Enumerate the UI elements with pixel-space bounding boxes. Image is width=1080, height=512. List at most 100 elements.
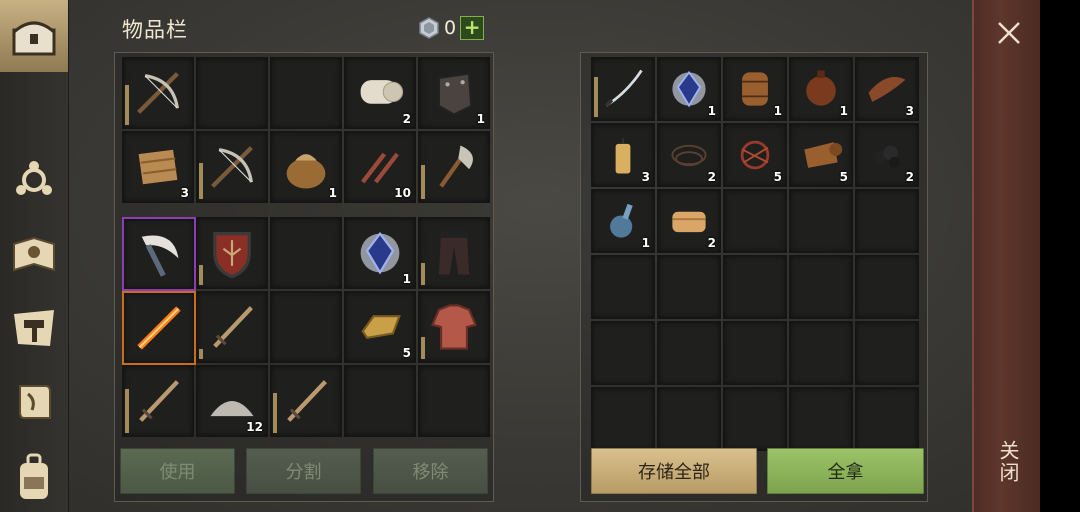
inventory-slot[interactable]: 1	[344, 217, 416, 289]
storage-slot[interactable]	[723, 255, 787, 319]
item-quantity: 1	[641, 236, 650, 250]
storage-slot[interactable]	[591, 255, 655, 319]
chest-icon	[12, 21, 56, 56]
inventory-slot[interactable]	[122, 291, 196, 365]
store-all-button[interactable]: 存储全部	[591, 448, 757, 494]
inventory-slot[interactable]	[270, 291, 342, 363]
storage-slot[interactable]	[855, 387, 919, 451]
inventory-slot[interactable]: 2	[344, 57, 416, 129]
storage-slot[interactable]: 3	[855, 57, 919, 121]
durability-bar	[594, 77, 598, 117]
inventory-slot[interactable]	[270, 365, 342, 437]
item-quantity: 2	[402, 112, 411, 126]
storage-slot[interactable]	[591, 387, 655, 451]
inventory-slot[interactable]	[196, 131, 268, 203]
storage-slot[interactable]: 1	[657, 57, 721, 121]
storage-slot[interactable]	[855, 189, 919, 253]
inventory-slot[interactable]	[344, 365, 416, 437]
inventory-slot[interactable]	[196, 57, 268, 129]
storage-slot[interactable]: 1	[789, 57, 853, 121]
item-quantity: 2	[707, 170, 716, 184]
inventory-slot[interactable]: 5	[344, 291, 416, 363]
remove-button[interactable]: 移除	[373, 448, 488, 494]
storage-slot[interactable]: 2	[657, 123, 721, 187]
inventory-slot[interactable]: 1	[270, 131, 342, 203]
inventory-slot[interactable]: 3	[122, 131, 194, 203]
storage-slot[interactable]	[591, 321, 655, 385]
sack-icon	[286, 154, 326, 189]
inventory-slot[interactable]	[418, 131, 490, 203]
sidebar-active-tab[interactable]	[0, 0, 68, 72]
sword-icon	[139, 380, 179, 422]
storage-slot[interactable]	[723, 387, 787, 451]
sidebar-radiation[interactable]	[8, 154, 60, 206]
storage-slot[interactable]: 1	[591, 189, 655, 253]
inventory-slot[interactable]: 12	[196, 365, 268, 437]
sword-icon	[213, 306, 253, 348]
screen-edge	[1040, 0, 1080, 512]
close-icon[interactable]	[996, 20, 1022, 46]
item-quantity: 5	[773, 170, 782, 184]
inventory-grid-main: 1 5 12	[122, 217, 490, 437]
storage-slot[interactable]: 5	[789, 123, 853, 187]
item-quantity: 1	[402, 272, 411, 286]
close-bar[interactable]: 关闭	[972, 0, 1044, 512]
inventory-grid-hotbar: 2 1 3 1 10	[122, 57, 490, 203]
storage-slot[interactable]: 2	[657, 189, 721, 253]
storage-slot[interactable]	[657, 255, 721, 319]
item-quantity: 1	[328, 186, 337, 200]
storage-slot[interactable]	[855, 321, 919, 385]
storage-slot[interactable]: 2	[855, 123, 919, 187]
storage-slot[interactable]	[789, 189, 853, 253]
storage-grid: 1 1 1 3 3 2 5 5 2 1 2	[591, 57, 919, 451]
inventory-slot[interactable]	[196, 217, 268, 289]
storage-slot[interactable]	[789, 321, 853, 385]
take-all-button[interactable]: 全拿	[767, 448, 924, 494]
storage-slot[interactable]	[591, 57, 655, 121]
inventory-slot[interactable]	[270, 217, 342, 289]
sidebar-crafting[interactable]	[8, 302, 60, 354]
inventory-slot[interactable]	[418, 365, 490, 437]
storage-slot[interactable]	[657, 321, 721, 385]
item-quantity: 1	[707, 104, 716, 118]
inventory-slot[interactable]	[196, 291, 268, 363]
item-quantity: 1	[476, 112, 485, 126]
storage-slot[interactable]	[789, 387, 853, 451]
inventory-slot[interactable]	[122, 57, 194, 129]
storage-slot[interactable]: 3	[591, 123, 655, 187]
inventory-slot[interactable]	[270, 57, 342, 129]
inventory-slot[interactable]	[122, 365, 194, 437]
inventory-slot[interactable]: 1	[418, 57, 490, 129]
flask-icon	[806, 70, 836, 106]
inventory-slot[interactable]: 10	[344, 131, 416, 203]
storage-slot[interactable]	[855, 255, 919, 319]
split-button[interactable]: 分割	[246, 448, 361, 494]
barrel-icon	[742, 72, 768, 106]
sun-book-icon	[13, 236, 55, 272]
storage-slot[interactable]	[723, 189, 787, 253]
sidebar-scroll[interactable]	[8, 376, 60, 428]
item-quantity: 2	[905, 170, 914, 184]
sidebar-backpack[interactable]	[8, 452, 60, 504]
storage-slot[interactable]	[657, 387, 721, 451]
item-quantity: 2	[707, 236, 716, 250]
storage-slot[interactable]: 5	[723, 123, 787, 187]
durability-bar	[125, 85, 129, 125]
close-label[interactable]: 关闭	[994, 440, 1023, 484]
item-quantity: 10	[394, 186, 411, 200]
sidebar-sun-book[interactable]	[8, 228, 60, 280]
durability-bar	[421, 263, 425, 285]
katana-icon	[605, 69, 643, 107]
storage-slot[interactable]	[723, 321, 787, 385]
gem-icon	[419, 17, 439, 39]
storage-slot[interactable]: 1	[723, 57, 787, 121]
inventory-slot[interactable]	[418, 291, 490, 363]
inventory-slot[interactable]	[418, 217, 490, 289]
use-button[interactable]: 使用	[120, 448, 235, 494]
add-gems-button[interactable]: +	[460, 16, 485, 40]
durability-bar	[199, 265, 203, 285]
cloth-icon	[672, 211, 706, 233]
storage-slot[interactable]	[789, 255, 853, 319]
inventory-slot[interactable]	[122, 217, 196, 291]
bottle-icon	[610, 203, 633, 238]
